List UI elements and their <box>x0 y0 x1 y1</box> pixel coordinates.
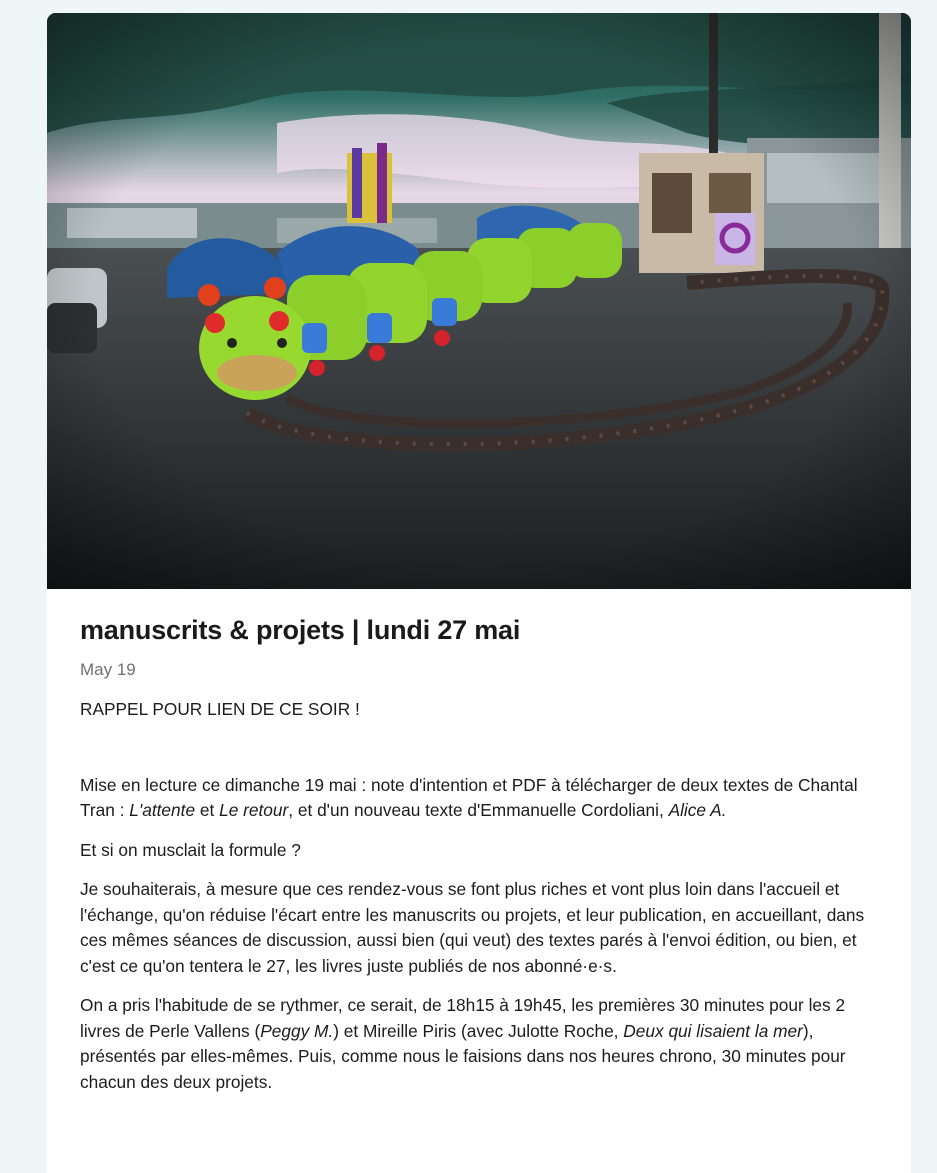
hero-image <box>47 13 911 589</box>
text-run: et <box>195 800 220 821</box>
wish-paragraph: Je souhaiterais, à mesure que ces rendez… <box>80 879 865 976</box>
post-date: May 19 <box>80 660 136 680</box>
title-italic: Deux qui lisaient la mer <box>623 1020 803 1041</box>
post-card: manuscrits & projets | lundi 27 mai May … <box>47 13 911 1173</box>
text-run: , et d'un nouveau texte d'Emmanuelle Cor… <box>288 800 669 821</box>
title-italic: Alice A. <box>668 800 727 821</box>
title-italic: Peggy M. <box>260 1020 334 1041</box>
post-title[interactable]: manuscrits & projets | lundi 27 mai <box>80 613 878 648</box>
rythme-paragraph: On a pris l'habitude de se rythmer, ce s… <box>80 993 878 1095</box>
text-run: ) et Mireille Piris (avec Julotte Roche, <box>333 1020 624 1041</box>
mise-en-lecture-paragraph: Mise en lecture ce dimanche 19 mai : not… <box>80 773 878 824</box>
post-content: manuscrits & projets | lundi 27 mai May … <box>47 589 911 1095</box>
title-italic: Le retour <box>219 800 289 821</box>
recall-paragraph: RAPPEL POUR LIEN DE CE SOIR ! <box>80 699 360 720</box>
question-paragraph: Et si on musclait la formule ? <box>80 839 301 860</box>
title-italic: L'attente <box>129 800 196 821</box>
